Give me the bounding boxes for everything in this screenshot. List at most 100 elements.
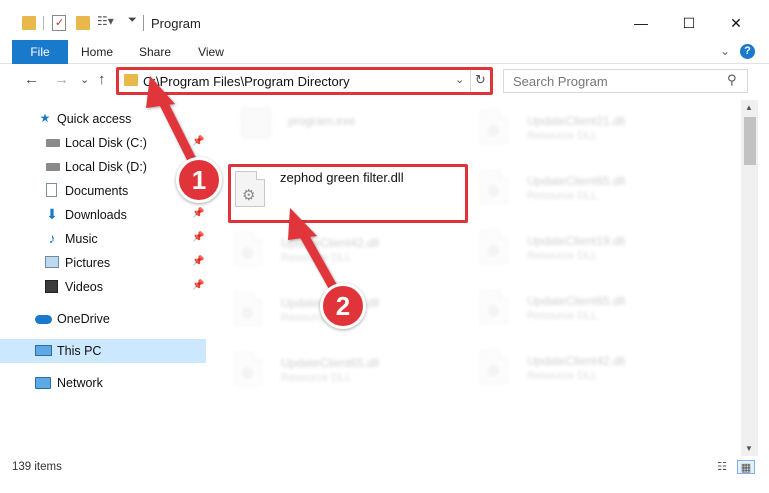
download-icon: ⬇ xyxy=(46,206,58,222)
music-icon: ♪ xyxy=(48,230,56,246)
sidebar-item-documents[interactable]: Documents 📌 xyxy=(0,179,206,203)
list-item[interactable]: ⚙ UpdateClient42.dll Resource DLL xyxy=(462,340,702,398)
list-item[interactable]: ⚙ UpdateClient65.dll Resource DLL xyxy=(462,160,702,218)
tab-share[interactable]: Share xyxy=(130,40,180,64)
computer-icon xyxy=(35,345,52,356)
list-item[interactable]: ⚙ UpdateClient65.dll Resource DLL xyxy=(462,280,702,338)
pin-icon[interactable]: 📌 xyxy=(192,256,204,267)
dll-file-icon: ⚙ xyxy=(480,230,508,264)
title-bar: ✓ ☷▾ ⏷ Program — ☐ ✕ xyxy=(0,0,769,40)
search-placeholder: Search Program xyxy=(513,74,608,89)
properties-icon[interactable]: ✓ xyxy=(52,15,66,31)
forward-button[interactable]: → xyxy=(54,71,69,88)
dll-file-icon: ⚙ xyxy=(234,232,262,266)
minimize-button[interactable]: — xyxy=(618,10,664,36)
file-name: UpdateClient42.dll xyxy=(281,236,380,250)
file-highlight xyxy=(228,164,468,223)
file-name: UpdateClient65.dll xyxy=(527,174,626,188)
large-icons-view-icon[interactable]: ▦ xyxy=(737,460,755,474)
file-name: UpdateClient65.dll xyxy=(281,356,380,370)
sidebar-item-label: OneDrive xyxy=(57,312,110,326)
view-options-icon[interactable]: ☷▾ xyxy=(97,14,114,32)
status-bar xyxy=(0,457,769,479)
sidebar-item-this-pc[interactable]: This PC xyxy=(0,339,206,363)
network-icon xyxy=(35,377,51,389)
file-name: program.exe xyxy=(288,114,356,128)
customize-quick-access-icon[interactable]: ⏷ xyxy=(128,14,137,32)
scroll-up-icon[interactable]: ▲ xyxy=(745,103,753,112)
list-item[interactable]: ⚙ UpdateClient42.dll Resource DLL xyxy=(216,222,456,280)
pin-icon[interactable]: 📌 xyxy=(192,232,204,243)
navigation-pane: ★ Quick access Local Disk (C:) 📌 Local D… xyxy=(0,104,206,452)
dll-file-icon: ⚙ xyxy=(234,292,262,326)
file-type: Resource DLL xyxy=(527,370,598,382)
file-name: UpdateClient19.dll xyxy=(527,234,626,248)
search-icon[interactable]: ⚲ xyxy=(727,72,737,88)
item-count: 139 items xyxy=(12,461,62,473)
details-view-icon[interactable]: ☷ xyxy=(713,460,731,474)
dll-file-icon: ⚙ xyxy=(234,352,262,386)
file-name: UpdateClient21.dll xyxy=(527,114,626,128)
file-type: Resource DLL xyxy=(527,310,598,322)
pictures-icon xyxy=(45,256,59,268)
recent-locations-button[interactable]: ⌄ xyxy=(80,73,89,86)
dll-file-icon: ⚙ xyxy=(480,170,508,204)
step-1-badge: 1 xyxy=(176,157,222,203)
sidebar-item-label: Pictures xyxy=(65,256,111,270)
file-name: UpdateClient65.dll xyxy=(527,294,626,308)
back-button[interactable]: ← xyxy=(24,71,39,88)
sidebar-item-label: Network xyxy=(57,376,103,390)
sidebar-item-local-disk-d[interactable]: Local Disk (D:) xyxy=(0,155,206,179)
list-item[interactable]: ⚙ UpdateClient65.dll Resource DLL xyxy=(216,342,456,400)
up-button[interactable]: ↑ xyxy=(98,71,106,88)
sidebar-item-local-disk-c[interactable]: Local Disk (C:) 📌 xyxy=(0,131,206,155)
sidebar-item-label: Local Disk (D:) xyxy=(65,160,147,174)
drive-icon xyxy=(46,163,60,171)
ribbon-tabs: File Home Share View ⌄ ? xyxy=(0,40,769,64)
separator xyxy=(43,16,44,30)
sidebar-item-label: Videos xyxy=(65,280,103,294)
sidebar-item-label: Documents xyxy=(65,184,129,198)
new-folder-icon[interactable] xyxy=(76,16,90,30)
list-item[interactable]: program.exe xyxy=(223,100,463,158)
list-item[interactable]: ⚙ UpdateClient19.dll Resource DLL xyxy=(462,220,702,278)
pin-icon[interactable]: 📌 xyxy=(192,208,204,219)
list-item[interactable]: ⚙ UpdateClient21.dll Resource DLL xyxy=(462,100,702,158)
videos-icon xyxy=(45,280,58,293)
sidebar-item-label: Local Disk (C:) xyxy=(65,136,147,150)
sidebar-item-network[interactable]: Network xyxy=(0,371,206,395)
sidebar-item-quick-access[interactable]: ★ Quick access xyxy=(0,107,206,131)
file-type: Resource DLL xyxy=(281,372,352,384)
file-type: Resource DLL xyxy=(527,250,598,262)
dll-file-icon: ⚙ xyxy=(480,110,508,144)
file-type: Resource DLL xyxy=(527,190,598,202)
sidebar-item-downloads[interactable]: ⬇ Downloads 📌 xyxy=(0,203,206,227)
tab-home[interactable]: Home xyxy=(72,40,122,64)
scrollbar-thumb[interactable] xyxy=(744,117,756,165)
help-icon[interactable]: ? xyxy=(740,44,755,59)
close-button[interactable]: ✕ xyxy=(713,10,759,36)
pin-icon[interactable]: 📌 xyxy=(192,136,204,147)
exe-icon xyxy=(241,108,271,138)
sidebar-item-label: This PC xyxy=(57,344,102,358)
star-icon: ★ xyxy=(39,111,51,125)
folder-icon xyxy=(22,16,36,30)
tab-file[interactable]: File xyxy=(12,40,68,64)
dll-file-icon: ⚙ xyxy=(480,350,508,384)
pin-icon[interactable]: 📌 xyxy=(192,280,204,291)
step-2-badge: 2 xyxy=(320,283,366,329)
sidebar-item-music[interactable]: ♪ Music 📌 xyxy=(0,227,206,251)
maximize-button[interactable]: ☐ xyxy=(666,10,712,36)
sidebar-item-label: Music xyxy=(65,232,98,246)
expand-ribbon-icon[interactable]: ⌄ xyxy=(720,44,730,58)
tab-view[interactable]: View xyxy=(187,40,235,64)
cloud-icon xyxy=(35,315,52,324)
drive-icon xyxy=(46,139,60,147)
window-title: Program xyxy=(151,16,201,31)
sidebar-item-onedrive[interactable]: OneDrive xyxy=(0,307,206,331)
sidebar-item-pictures[interactable]: Pictures 📌 xyxy=(0,251,206,275)
scroll-down-icon[interactable]: ▼ xyxy=(745,444,753,453)
address-highlight xyxy=(116,67,493,95)
sidebar-item-videos[interactable]: Videos 📌 xyxy=(0,275,206,299)
file-type: Resource DLL xyxy=(527,130,598,142)
